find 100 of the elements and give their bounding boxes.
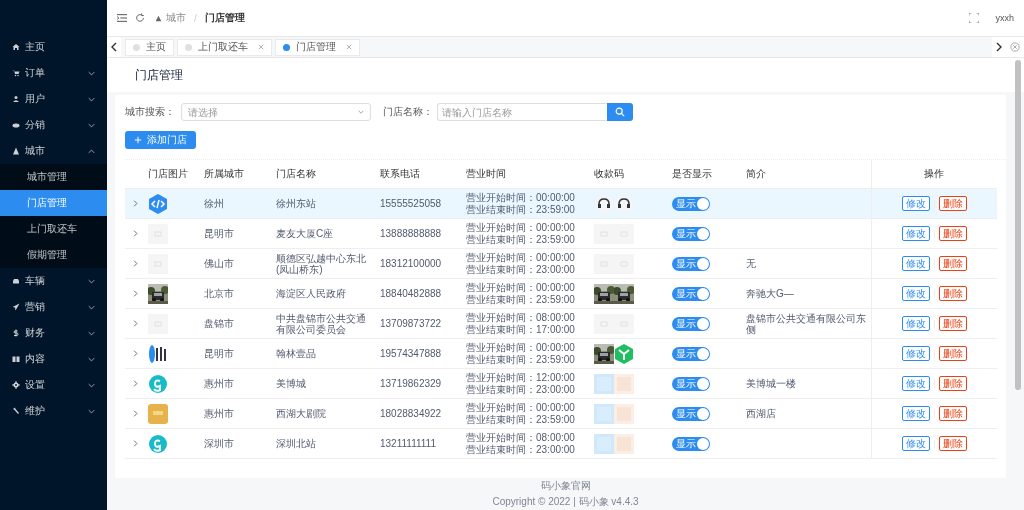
delete-button[interactable]: 删除 [938,406,967,421]
show-toggle[interactable]: 显示 [672,196,710,211]
edit-button[interactable]: 修改 [901,286,930,301]
table-row[interactable]: 惠州市 美博城 13719862329 营业开始时间：12:00:00 营业结束时间：23:00:00 显示 美博城一楼 修改 删除 [125,368,997,399]
sidebar-item[interactable]: 车辆 [0,268,107,294]
city-cell: 北京市 [201,278,273,309]
close-time: 营业结束时间：23:59:00 [466,353,576,366]
sidebar-item[interactable]: 分销 [0,112,107,138]
table-row[interactable]: 深圳市 深圳北站 13211111111 营业开始时间：08:00:00 营业结束时间：23:00:00 显示 修改 删除 [125,428,997,459]
open-time: 营业开始时间：08:00:00 [466,311,576,324]
edit-button[interactable]: 修改 [901,196,930,211]
city-cell: 惠州市 [201,368,273,399]
phone-cell: 13719862329 [377,368,463,399]
sidebar-item[interactable]: 用户 [0,86,107,112]
delete-button[interactable]: 删除 [938,436,967,451]
expand-icon[interactable] [133,320,138,327]
chevron-right-icon[interactable] [996,42,1002,52]
delete-button[interactable]: 删除 [938,286,967,301]
sidebar-item[interactable]: 营销 [0,294,107,320]
edit-button[interactable]: 修改 [901,406,930,421]
sidebar-item[interactable]: 财务 [0,320,107,346]
tab[interactable]: 主页 [125,38,174,56]
add-store-button[interactable]: 添加门店 [125,131,196,149]
close-time: 营业结束时间：17:00:00 [466,323,576,336]
sidebar-subitem[interactable]: 门店管理 [0,190,107,216]
table-row[interactable]: 昆明市 翰林壹品 19574347888 营业开始时间：00:00:00 营业结束时间：23:59:00 显示 修改 删除 [125,338,997,369]
scrollbar[interactable] [1015,60,1021,390]
sidebar-item[interactable]: 订单 [0,60,107,86]
close-all-icon[interactable] [1010,42,1020,52]
expand-icon[interactable] [133,410,138,417]
delete-button[interactable]: 删除 [938,196,967,211]
sidebar-item[interactable]: 设置 [0,372,107,398]
tab[interactable]: 门店管理 [275,38,360,56]
sidebar-subitem[interactable]: 假期管理 [0,242,107,268]
show-toggle[interactable]: 显示 [672,256,710,271]
search-field[interactable]: 请输入门店名称 [437,103,607,121]
expand-icon[interactable] [133,440,138,447]
expand-icon[interactable] [133,290,138,297]
store-logo [148,403,168,424]
delete-button[interactable]: 删除 [938,346,967,361]
website-link[interactable]: 码小象官网 [540,479,591,493]
edit-button[interactable]: 修改 [901,346,930,361]
delete-button[interactable]: 删除 [938,256,967,271]
close-icon[interactable] [258,44,264,50]
code-logo [148,193,168,214]
tab[interactable]: 上门取还车 [177,38,272,56]
user-name[interactable]: yxxh [995,13,1014,23]
table-row[interactable]: 惠州市 西湖大剧院 18028834922 营业开始时间：00:00:00 营业结束时间：23:59:00 显示 西湖店 修改 删除 [125,398,997,429]
refresh-icon[interactable] [135,13,145,23]
expand-icon[interactable] [133,350,138,357]
close-icon[interactable] [346,44,352,50]
expand-icon[interactable] [133,380,138,387]
expand-icon[interactable] [133,230,138,237]
table-row[interactable]: 盘锦市 中共盘锦市公共交通有限公司委员会 13709873722 营业开始时间：08:00:00 营业结束时间：17:00:00 显示 盘锦市公共交通有限公司东侧 修改 删除 [125,308,997,339]
sidebar-item[interactable]: 主页 [0,34,107,60]
table-row[interactable]: 北京市 海淀区人民政府 18840482888 营业开始时间：00:00:00 营业结束时间：23:59:00 显示 奔驰大G— 修改 删除 [125,278,997,309]
expand-icon[interactable] [133,260,138,267]
breadcrumb-item[interactable]: 城市 [166,11,186,25]
table-row[interactable]: 昆明市 麦友大厦C座 13888888888 营业开始时间：00:00:00 营业结束时间：23:59:00 显示 修改 删除 [125,218,997,249]
table-row[interactable]: 佛山市 顺德区弘越中心东北(凤山桥东) 18312100000 营业开始时间：00:00:00 营业结束时间：23:00:00 显示 无 修改 删除 [125,248,997,279]
show-toggle[interactable]: 显示 [672,316,710,331]
edit-button[interactable]: 修改 [901,376,930,391]
fullscreen-icon[interactable] [969,13,980,23]
show-toggle[interactable]: 显示 [672,436,710,451]
sidebar-subitem[interactable]: 城市管理 [0,164,107,190]
show-toggle[interactable]: 显示 [672,286,710,301]
show-toggle[interactable]: 显示 [672,346,710,361]
delete-button[interactable]: 删除 [938,376,967,391]
city-cell: 昆明市 [201,218,273,249]
edit-button[interactable]: 修改 [901,256,930,271]
chevron-left-icon[interactable] [111,42,117,52]
field-label: 城市搜索： [125,105,176,119]
show-toggle[interactable]: 显示 [672,406,710,421]
sidebar-subitem[interactable]: 上门取还车 [0,216,107,242]
column-header: 操作 [871,160,997,189]
phone-cell: 15555525058 [377,188,463,219]
city-select[interactable]: 请选择 [181,103,371,121]
table-row[interactable]: 徐州 徐州东站 15555525058 营业开始时间：00:00:00 营业结束时间：23:59:00 显示 修改 删除 [125,188,997,219]
chevron-down-icon[interactable] [358,110,364,114]
sidebar-item[interactable]: 城市 [0,138,107,164]
dot-icon [133,43,140,51]
chevron-up-icon [88,148,95,154]
search-button[interactable] [607,103,633,121]
edit-button[interactable]: 修改 [901,226,930,241]
delete-button[interactable]: 删除 [938,316,967,331]
menu-icon[interactable] [117,13,127,23]
page-title: 门店管理 [135,67,184,84]
expand-icon[interactable] [133,200,138,207]
phone-cell: 18312100000 [377,248,463,279]
open-time: 营业开始时间：08:00:00 [466,431,576,444]
show-toggle[interactable]: 显示 [672,226,710,241]
show-toggle[interactable]: 显示 [672,376,710,391]
blurred-image [614,403,634,424]
sidebar-item[interactable]: 内容 [0,346,107,372]
edit-button[interactable]: 修改 [901,436,930,451]
city-cell: 惠州市 [201,398,273,429]
close-time: 营业结束时间：23:59:00 [466,233,576,246]
edit-button[interactable]: 修改 [901,316,930,331]
delete-button[interactable]: 删除 [938,226,967,241]
sidebar-item[interactable]: 维护 [0,398,107,424]
